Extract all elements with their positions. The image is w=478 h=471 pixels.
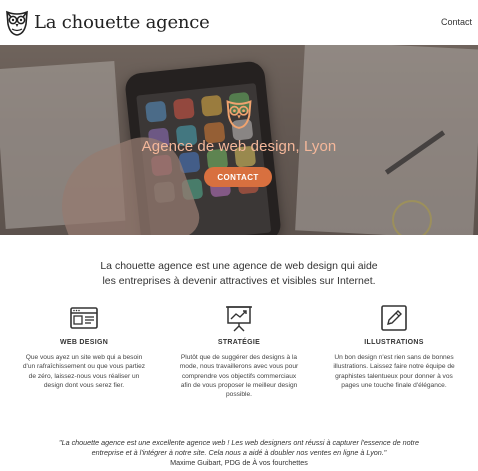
service-description: Que vous ayez un site web qui a besoin d… (22, 354, 146, 389)
service-web-design: WEB DESIGN Que vous ayez un site web qui… (14, 303, 154, 390)
hero-banner: Agence de web design, Lyon CONTACT (0, 45, 478, 235)
browser-window-icon (70, 307, 98, 329)
service-strategie: STRATÉGIE Plutôt que de suggérer des des… (169, 303, 309, 399)
service-title: ILLUSTRATIONS (364, 339, 424, 346)
pencil-note-icon (381, 305, 407, 331)
brand-name: La chouette agence (34, 11, 210, 33)
service-description: Un bon design n'est rien sans de bonnes … (333, 354, 455, 389)
service-description: Plutôt que de suggérer des designs à la … (179, 354, 299, 399)
nav-contact-link[interactable]: Contact (441, 17, 472, 27)
testimonial-line-2: entreprise et à l'intégrer à notre site.… (91, 447, 387, 457)
hero-title: Agence de web design, Lyon (141, 138, 337, 155)
hero-contact-button[interactable]: CONTACT (204, 167, 272, 187)
service-title: WEB DESIGN (59, 339, 109, 346)
owl-hero-icon (226, 100, 252, 129)
service-title: STRATÉGIE (217, 339, 261, 346)
logo[interactable]: La chouette agence (4, 8, 210, 36)
presentation-chart-icon (226, 306, 252, 332)
testimonial-line-1: "La chouette agence est une excellente a… (59, 438, 419, 447)
site-header: La chouette agence Contact (0, 0, 478, 45)
intro-line-1: La chouette agence est une agence de web… (100, 260, 378, 272)
testimonial: "La chouette agence est une excellente a… (20, 438, 458, 468)
owl-logo-icon (6, 10, 28, 36)
intro-line-2: les entreprises à devenir attractives et… (102, 275, 376, 287)
testimonial-author: Maxime Guibart, PDG de À vos fourchettes (170, 458, 308, 467)
service-illustrations: ILLUSTRATIONS Un bon design n'est rien s… (324, 303, 464, 390)
intro-text: La chouette agence est une agence de web… (0, 259, 478, 289)
